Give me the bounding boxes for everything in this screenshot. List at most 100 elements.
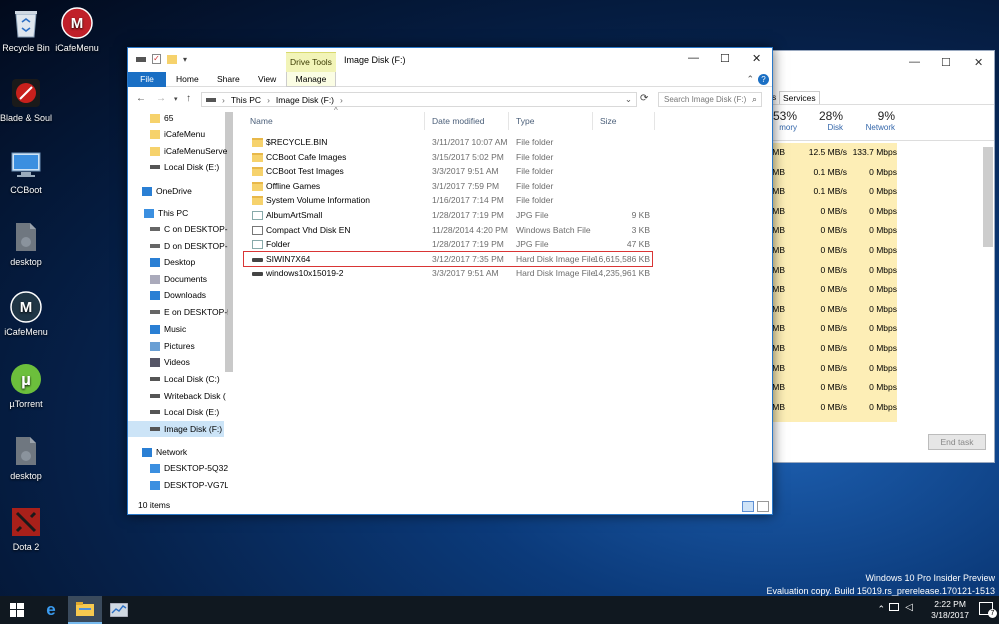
- nav-item[interactable]: Local Disk (C:): [128, 371, 228, 387]
- forward-button[interactable]: →: [156, 93, 166, 104]
- start-button[interactable]: [0, 596, 34, 624]
- process-row[interactable]: 7 MB 0 MB/s 0 Mbps: [759, 261, 980, 281]
- process-row[interactable]: 2 MB 0 MB/s 0 Mbps: [759, 280, 980, 300]
- task-manager-titlebar[interactable]: — ☐ ✕: [759, 51, 994, 73]
- network-tray-icon[interactable]: [889, 603, 899, 611]
- nav-item[interactable]: iCafeMenuServe: [128, 143, 228, 159]
- file-row[interactable]: Offline Games 3/1/2017 7:59 PM File folder: [244, 179, 652, 194]
- nav-item[interactable]: Image Disk (F:): [128, 421, 224, 437]
- disk-column-header[interactable]: 28% Disk: [803, 109, 843, 132]
- collapse-ribbon-icon[interactable]: ⌃: [746, 74, 754, 85]
- maximize-icon[interactable]: ☐: [941, 56, 951, 69]
- breadcrumb-separator-icon[interactable]: ›: [340, 95, 343, 105]
- nav-item[interactable]: OneDrive: [128, 183, 228, 199]
- recent-locations-icon[interactable]: ▾: [174, 95, 178, 103]
- task-manager-window[interactable]: — ☐ ✕ s Services 53% mory 28% Disk 9% Ne…: [758, 50, 995, 463]
- nav-item[interactable]: E on DESKTOP-5: [128, 304, 228, 320]
- refresh-button[interactable]: ⟳: [640, 93, 648, 104]
- help-icon[interactable]: ?: [758, 74, 769, 85]
- nav-item[interactable]: 65: [128, 110, 228, 126]
- desktop-icon-desktop-file-1[interactable]: desktop: [0, 220, 56, 267]
- column-header-name[interactable]: Name: [250, 116, 273, 126]
- nav-item[interactable]: DESKTOP-VG7LH: [128, 477, 228, 493]
- explorer-titlebar[interactable]: ✓ ▾ Drive Tools Image Disk (F:) — ☐ ✕: [128, 48, 772, 72]
- file-row[interactable]: Compact Vhd Disk EN 11/28/2014 4:20 PM Win…: [244, 223, 652, 238]
- process-row[interactable]: 0 MB 0 MB/s 0 Mbps: [759, 241, 980, 261]
- task-manager-button[interactable]: [102, 596, 136, 624]
- customize-qat-icon[interactable]: ▾: [183, 55, 187, 64]
- nav-item[interactable]: Documents: [128, 271, 228, 287]
- desktop-icon-blade-soul[interactable]: Blade & Soul: [0, 76, 56, 123]
- desktop-icon-desktop-file-2[interactable]: desktop: [0, 434, 56, 481]
- file-row[interactable]: $RECYCLE.BIN 3/11/2017 10:07 AM File folde…: [244, 135, 652, 150]
- process-row[interactable]: 1 MB 0 MB/s 0 Mbps: [759, 378, 980, 398]
- nav-item[interactable]: Writeback Disk (: [128, 388, 228, 404]
- show-hidden-icons-icon[interactable]: ⌃: [877, 604, 885, 615]
- nav-item[interactable]: DESKTOP-5Q32L: [128, 460, 228, 476]
- desktop-icon-icafemenu[interactable]: M iCafeMenu: [47, 6, 107, 53]
- nav-item[interactable]: iCafeMenu: [128, 126, 228, 142]
- address-bar[interactable]: › This PC › Image Disk (F:) › ⌄: [201, 92, 637, 107]
- column-header-type[interactable]: Type: [516, 116, 534, 126]
- nav-item[interactable]: Downloads: [128, 287, 228, 303]
- column-header-size[interactable]: Size: [600, 116, 617, 126]
- file-row[interactable]: AlbumArtSmall 1/28/2017 7:19 PM JPG File 9 …: [244, 208, 652, 223]
- tab-home[interactable]: Home: [176, 72, 199, 87]
- nav-item[interactable]: This PC: [128, 205, 228, 221]
- column-divider[interactable]: [654, 112, 655, 130]
- column-divider[interactable]: [592, 112, 593, 130]
- tab-services[interactable]: Services: [779, 91, 820, 104]
- column-divider[interactable]: [424, 112, 425, 130]
- process-row[interactable]: 0 MB 0 MB/s 0 Mbps: [759, 319, 980, 339]
- file-row[interactable]: CCBoot Test Images 3/3/2017 9:51 AM File f…: [244, 164, 652, 179]
- process-row[interactable]: 1 MB 0 MB/s 0 Mbps: [759, 339, 980, 359]
- desktop-icon-utorrent[interactable]: µ µTorrent: [0, 362, 56, 409]
- file-row[interactable]: windows10x15019-2 3/3/2017 9:51 AM Hard Di…: [244, 266, 652, 281]
- file-row[interactable]: CCBoot Cafe Images 3/15/2017 5:02 PM File …: [244, 150, 652, 165]
- process-row[interactable]: 1 MB 0.1 MB/s 0 Mbps: [759, 163, 980, 183]
- desktop-icon-ccboot[interactable]: CCBoot: [0, 148, 56, 195]
- breadcrumb-separator-icon[interactable]: ›: [222, 95, 225, 105]
- end-task-button[interactable]: End task: [928, 434, 986, 450]
- nav-item[interactable]: Pictures: [128, 338, 228, 354]
- large-icons-view-icon[interactable]: [757, 501, 769, 512]
- nav-item[interactable]: Local Disk (E:): [128, 404, 228, 420]
- file-row[interactable]: Folder 1/28/2017 7:19 PM JPG File 47 KB: [244, 237, 652, 252]
- tab-share[interactable]: Share: [217, 72, 240, 87]
- tab-file[interactable]: File: [128, 72, 166, 87]
- tab-view[interactable]: View: [258, 72, 276, 87]
- back-button[interactable]: ←: [136, 93, 146, 104]
- up-button[interactable]: ↑: [186, 93, 191, 104]
- edge-button[interactable]: e: [34, 596, 68, 624]
- process-row[interactable]: 0 MB 0 MB/s 0 Mbps: [759, 398, 980, 418]
- file-row[interactable]: System Volume Information 1/16/2017 7:14 …: [244, 193, 652, 208]
- details-view-icon[interactable]: [742, 501, 754, 512]
- process-row[interactable]: 0 MB 0 MB/s 0 Mbps: [759, 221, 980, 241]
- memory-column-header[interactable]: 53% mory: [769, 109, 797, 132]
- nav-item[interactable]: Local Disk (E:): [128, 159, 228, 175]
- tab-manage[interactable]: Manage: [286, 72, 336, 87]
- address-dropdown-icon[interactable]: ⌄: [625, 94, 632, 105]
- network-column-header[interactable]: 9% Network: [851, 109, 895, 132]
- process-row[interactable]: 7 MB 0 MB/s 0 Mbps: [759, 359, 980, 379]
- breadcrumb-this-pc[interactable]: This PC: [231, 95, 261, 105]
- nav-item[interactable]: Network: [128, 444, 228, 460]
- minimize-icon[interactable]: —: [688, 52, 699, 64]
- close-icon[interactable]: ✕: [974, 56, 983, 69]
- file-row[interactable]: SIWIN7X64 3/12/2017 7:35 PM Hard Disk Imag…: [243, 250, 653, 268]
- system-clock[interactable]: 2:22 PM 3/18/2017: [931, 599, 969, 621]
- properties-icon[interactable]: ✓: [152, 54, 161, 64]
- search-input[interactable]: Search Image Disk (F:): [658, 92, 762, 107]
- minimize-icon[interactable]: —: [909, 56, 920, 68]
- process-row[interactable]: 4 MB 12.5 MB/s 133.7 Mbps: [759, 143, 980, 163]
- breadcrumb-separator-icon[interactable]: ›: [267, 95, 270, 105]
- close-icon[interactable]: ✕: [752, 52, 761, 65]
- volume-icon[interactable]: ◁: [905, 602, 913, 613]
- breadcrumb-image-disk[interactable]: Image Disk (F:): [276, 95, 334, 105]
- task-manager-scrollbar[interactable]: [983, 147, 993, 247]
- desktop-icon-dota2[interactable]: Dota 2: [0, 505, 56, 552]
- nav-item[interactable]: C on DESKTOP-5: [128, 221, 228, 237]
- column-header-date[interactable]: Date modified: [432, 116, 484, 126]
- action-center-button[interactable]: 7: [979, 602, 997, 618]
- file-explorer-button[interactable]: [68, 596, 102, 624]
